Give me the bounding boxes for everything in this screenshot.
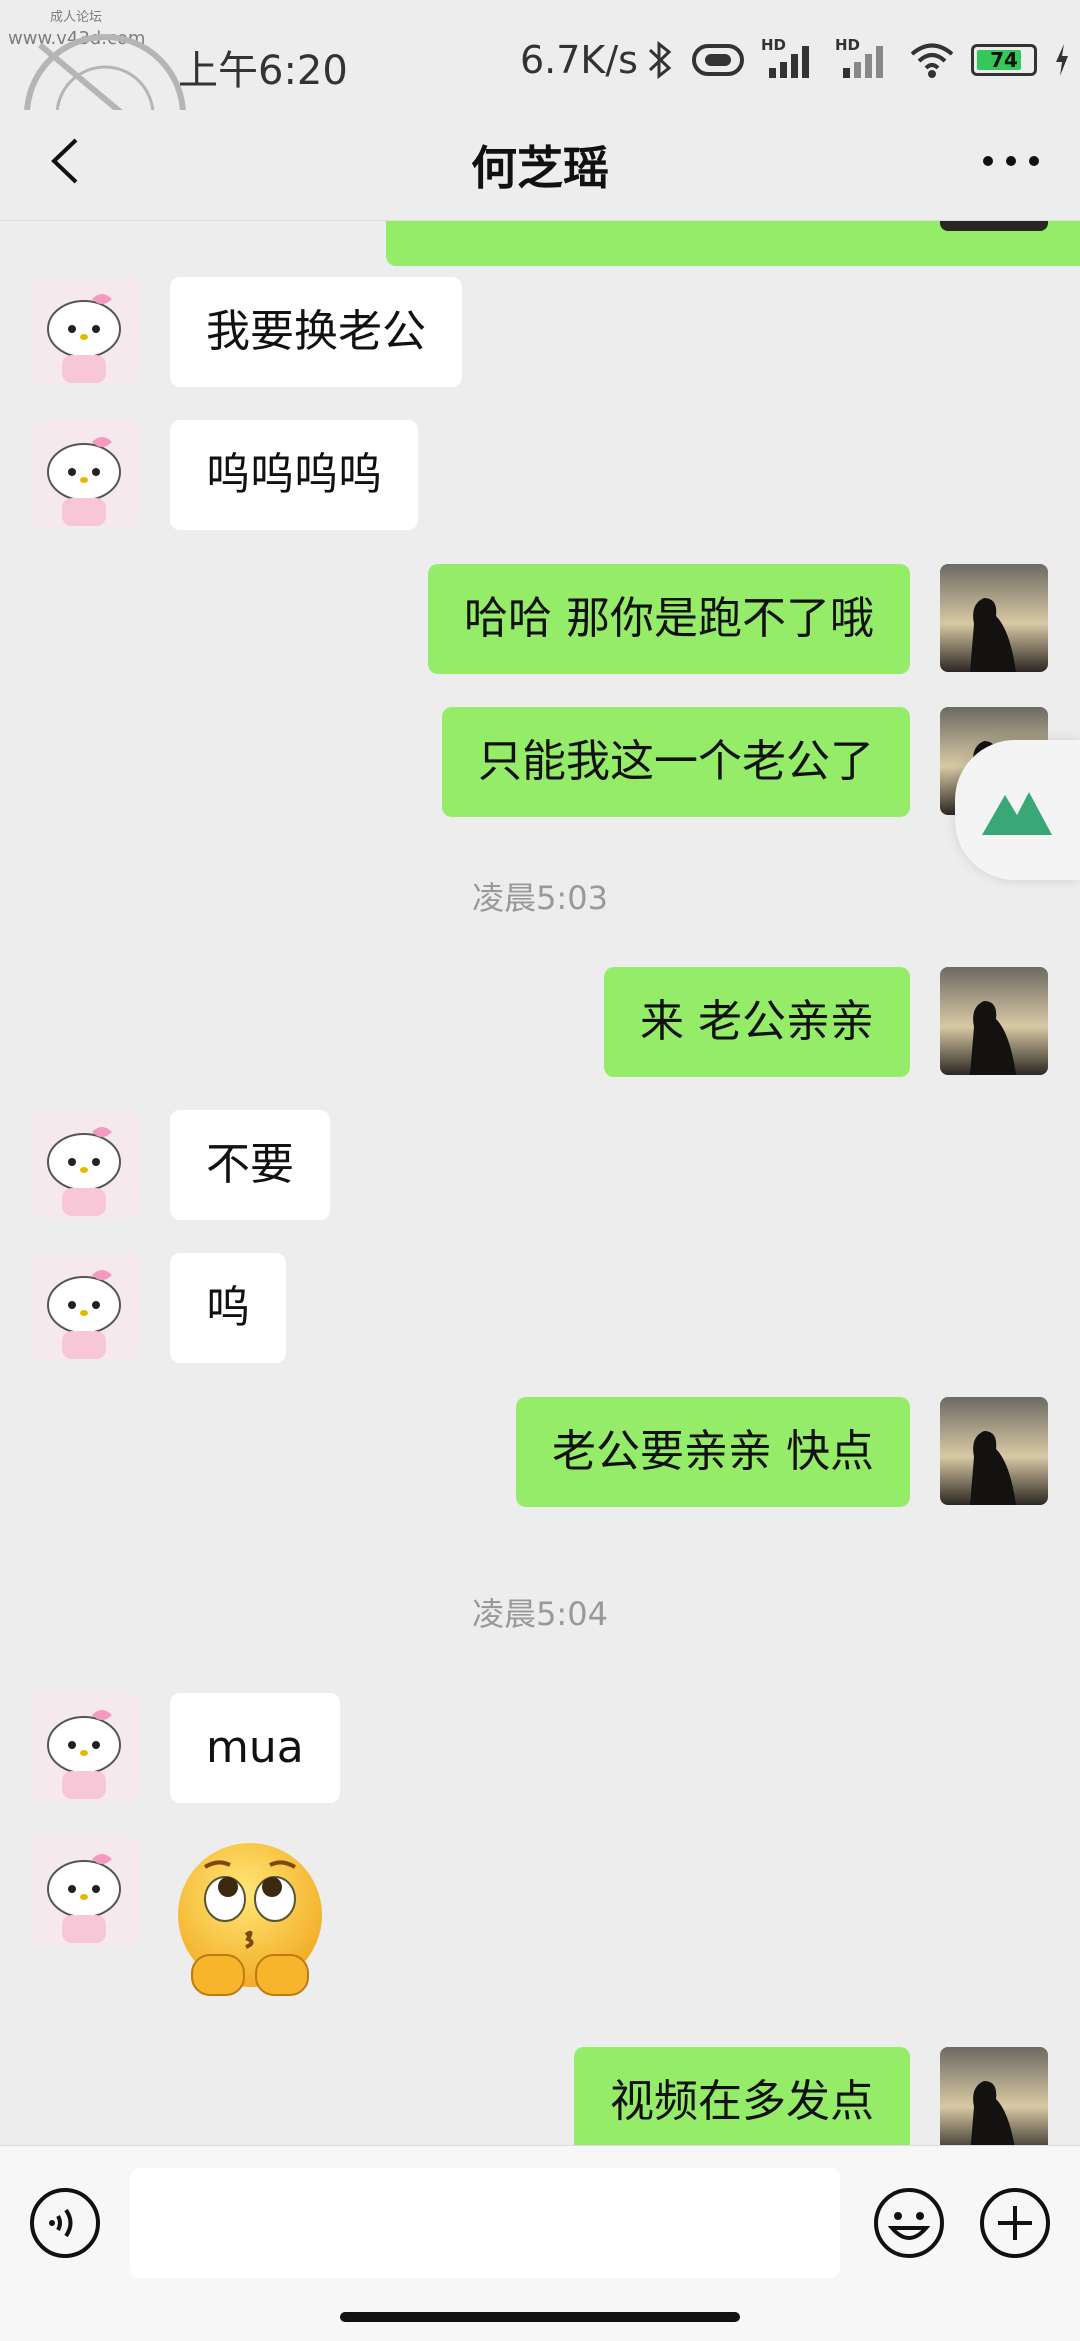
message-outgoing: 哈哈 那你是跑不了哦: [428, 564, 910, 674]
battery-level: 74: [990, 48, 1018, 72]
my-avatar[interactable]: [940, 1397, 1048, 1505]
vibrate-icon: [692, 44, 744, 76]
message-bubble[interactable]: 不要: [170, 1110, 330, 1220]
mountain-icon: [982, 792, 1052, 835]
timestamp: 凌晨5:03: [472, 879, 608, 917]
network-speed: 6.7K/s: [520, 38, 638, 82]
signal-1: HD: [761, 36, 819, 80]
silhouette-sunset-avatar: [940, 564, 1048, 672]
signal-icon: [769, 46, 809, 78]
charging-icon: [1056, 44, 1068, 76]
message-bubble[interactable]: 呜: [170, 1253, 286, 1363]
nav-bar: 何芝瑶: [0, 110, 1080, 221]
message-outgoing: 来 老公亲亲: [604, 967, 910, 1077]
hello-kitty-avatar: [32, 420, 140, 528]
message-incoming: 呜呜呜呜: [170, 420, 418, 530]
message-incoming: mua: [170, 1693, 340, 1803]
more-dots-icon: [983, 156, 1039, 166]
message-bubble[interactable]: 呜呜呜呜: [170, 420, 418, 530]
plus-icon: [980, 2188, 1050, 2258]
battery-icon: 74: [971, 44, 1037, 76]
silhouette-sunset-avatar: [940, 967, 1048, 1075]
more-button[interactable]: [966, 126, 1056, 196]
hello-kitty-avatar: [32, 1693, 140, 1801]
message-bubble[interactable]: 哈哈 那你是跑不了哦: [428, 564, 910, 674]
timestamp: 凌晨5:04: [472, 1595, 608, 1633]
silhouette-sunset-avatar: [940, 1397, 1048, 1505]
message-incoming: 我要换老公: [170, 277, 462, 387]
message-bubble[interactable]: 只能我这一个老公了: [442, 707, 910, 817]
floating-window-button[interactable]: [955, 740, 1080, 880]
more-functions-button[interactable]: [978, 2186, 1052, 2260]
contact-avatar[interactable]: [32, 1253, 140, 1361]
message-bubble[interactable]: 来 老公亲亲: [604, 967, 910, 1077]
message-outgoing: 老公要亲亲 快点: [516, 1397, 910, 1507]
silhouette-sunset-avatar: [940, 2047, 1048, 2145]
message-bubble[interactable]: 我要换老公: [170, 277, 462, 387]
contact-avatar[interactable]: [32, 277, 140, 385]
hello-kitty-avatar: [32, 1253, 140, 1361]
bluetooth-icon: [648, 40, 672, 80]
contact-avatar[interactable]: [32, 420, 140, 528]
contact-avatar[interactable]: [32, 1837, 140, 1945]
hello-kitty-avatar: [32, 1110, 140, 1218]
my-avatar[interactable]: [940, 967, 1048, 1075]
emoji-icon: [874, 2188, 944, 2258]
home-indicator[interactable]: [340, 2312, 740, 2322]
contact-avatar[interactable]: [32, 1110, 140, 1218]
pleading-emoji-sticker: [178, 1843, 322, 1996]
status-icons: HD HD 74: [645, 36, 1071, 80]
wifi-icon: [910, 43, 954, 78]
voice-button[interactable]: [28, 2186, 102, 2260]
message-bubble[interactable]: mua: [170, 1693, 340, 1803]
message-input[interactable]: [130, 2168, 840, 2278]
message-outgoing: 视频在多发点: [574, 2047, 910, 2145]
chat-list[interactable]: 我要换老公 呜呜呜呜 哈哈 那你是跑不了哦 只能我这一个老公了 凌晨5:03 来…: [0, 221, 1080, 2145]
message-bubble[interactable]: 老公要亲亲 快点: [516, 1397, 910, 1507]
emoji-button[interactable]: [872, 2186, 946, 2260]
my-avatar[interactable]: [940, 221, 1048, 231]
chat-title: 何芝瑶: [471, 141, 609, 195]
hello-kitty-avatar: [32, 1837, 140, 1945]
hello-kitty-avatar: [32, 277, 140, 385]
my-avatar[interactable]: [940, 564, 1048, 672]
signal-icon: [843, 46, 883, 78]
message-incoming: 不要: [170, 1110, 330, 1220]
contact-avatar[interactable]: [32, 1693, 140, 1801]
message-incoming: 呜: [170, 1253, 286, 1363]
voice-icon: [30, 2188, 100, 2258]
signal-2: HD: [835, 36, 893, 80]
sticker-message[interactable]: [170, 1837, 330, 2011]
message-bubble[interactable]: 视频在多发点: [574, 2047, 910, 2145]
my-avatar[interactable]: [940, 2047, 1048, 2145]
message-outgoing: 只能我这一个老公了: [442, 707, 910, 817]
